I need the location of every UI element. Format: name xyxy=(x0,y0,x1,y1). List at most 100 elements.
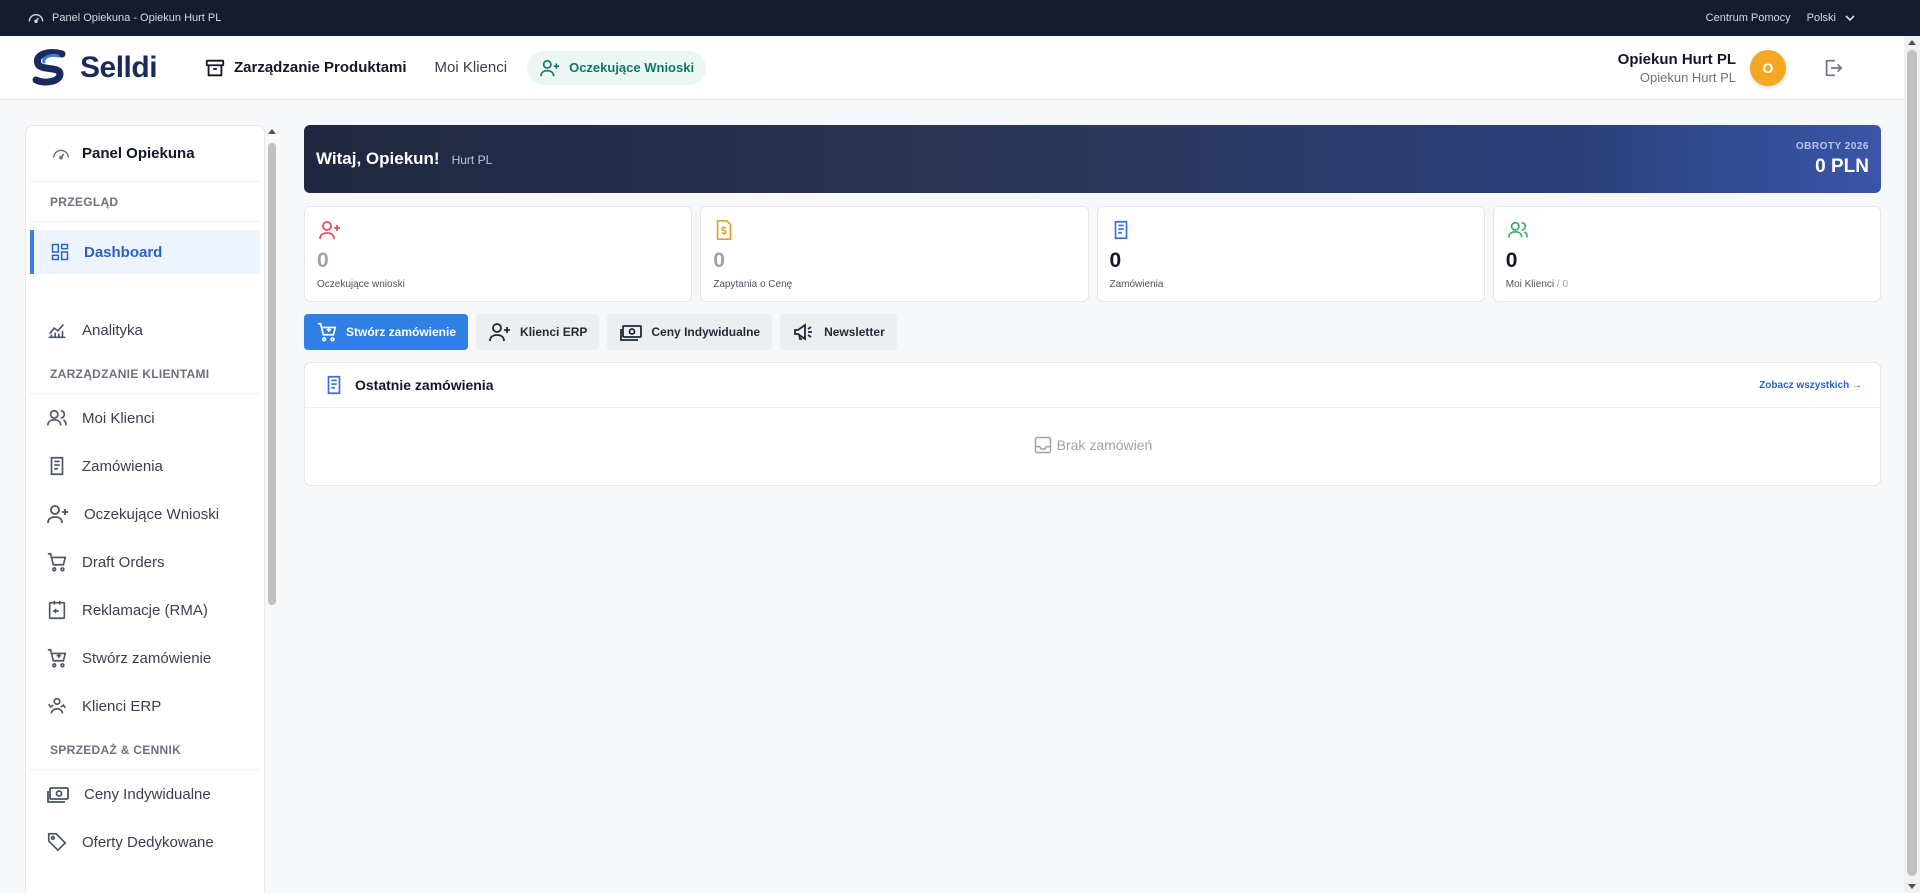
section-clients: ZARZĄDZANIE KLIENTAMI xyxy=(30,354,260,394)
sidebar-item-label: Zamówienia xyxy=(82,457,163,475)
megaphone-icon xyxy=(792,321,816,343)
inbox-icon xyxy=(1033,435,1053,455)
stat-label: Zapytania o Cenę xyxy=(713,279,793,290)
avatar[interactable]: O xyxy=(1750,49,1786,86)
stat-label: Zamówienia xyxy=(1109,279,1164,290)
sidebar-scroll-thumb[interactable] xyxy=(268,143,276,605)
recent-orders-header: Ostatnie zamówienia Zobacz wszystkich → xyxy=(305,363,1880,408)
create-order-button[interactable]: Stwórz zamówienie xyxy=(304,314,469,350)
welcome-text: Witaj, Opiekun! xyxy=(316,149,440,168)
sidebar-item-label: Moi Klienci xyxy=(82,409,155,427)
sidebar-item-individual-prices[interactable]: Ceny Indywidualne xyxy=(26,770,264,818)
erp-clients-button[interactable]: Klienci ERP xyxy=(476,314,600,350)
stat-value: 0 xyxy=(713,249,725,272)
dashboard-icon xyxy=(50,242,70,262)
language-label: Polski xyxy=(1806,12,1836,24)
scroll-up-arrow[interactable] xyxy=(1908,40,1916,45)
stat-value: 0 xyxy=(317,249,329,272)
sidebar-item-pending[interactable]: Oczekujące Wnioski xyxy=(26,490,264,538)
recent-orders-title: Ostatnie zamówienia xyxy=(355,377,494,393)
sidebar-item-label: Draft Orders xyxy=(82,553,165,571)
logo-mark-icon xyxy=(28,46,72,90)
nav-clients-label: Moi Klienci xyxy=(434,59,508,76)
user-plus-icon xyxy=(539,58,561,78)
quick-actions: Stwórz zamówienie Klienci ERP Ceny Indyw… xyxy=(304,314,1881,350)
user-plus-icon xyxy=(317,219,679,241)
sidebar-scrollbar[interactable] xyxy=(266,125,278,893)
cart-plus-icon xyxy=(46,647,68,669)
receipt-icon xyxy=(1110,219,1472,241)
company-name: Hurt PL xyxy=(451,153,493,167)
banknote-icon xyxy=(619,321,643,343)
page-scrollbar[interactable] xyxy=(1904,36,1920,893)
nav-pending-label: Oczekujące Wnioski xyxy=(569,60,695,75)
sidebar-scroll-up-arrow[interactable] xyxy=(268,129,276,134)
scroll-down-arrow[interactable] xyxy=(1908,884,1916,889)
revenue-summary: OBROTY 2026 0 PLN xyxy=(1796,141,1869,178)
receipt-icon xyxy=(323,374,345,396)
stat-label: Oczekujące wnioski xyxy=(317,279,405,290)
stat-label-text: Moi Klienci xyxy=(1505,279,1555,290)
user-name: Opiekun Hurt PL xyxy=(1617,50,1736,68)
nav-products[interactable]: Zarządzanie Produktami xyxy=(204,57,407,79)
banknote-icon xyxy=(46,783,70,805)
empty-state-text: Brak zamówień xyxy=(1056,437,1153,453)
revenue-value: 0 PLN xyxy=(1815,155,1869,177)
sidebar-item-my-clients[interactable]: Moi Klienci xyxy=(26,394,264,442)
stat-label: Moi Klienci / 0 xyxy=(1506,279,1868,290)
top-bar: Panel Opiekuna - Opiekun Hurt PL Centrum… xyxy=(0,0,1920,36)
chevron-down-icon xyxy=(1844,12,1856,24)
section-overview: PRZEGLĄD xyxy=(30,182,260,222)
sidebar-item-dedicated-offers[interactable]: Oferty Dedykowane xyxy=(26,818,264,866)
app-header: Selldi Zarządzanie Produktami Moi Klienc… xyxy=(0,36,1904,100)
individual-prices-label: Ceny Indywidualne xyxy=(651,325,761,339)
create-order-label: Stwórz zamówienie xyxy=(346,325,457,339)
sidebar-title: Panel Opiekuna xyxy=(82,145,195,162)
individual-prices-button[interactable]: Ceny Indywidualne xyxy=(607,314,773,350)
stats-row: 0 Oczekujące wnioski 0 Zapytania o Cenę … xyxy=(304,206,1881,302)
sidebar-item-erp-clients[interactable]: Klienci ERP xyxy=(26,682,264,730)
sidebar-item-label: Analityka xyxy=(82,321,143,339)
user-menu[interactable]: Opiekun Hurt PL Opiekun Hurt PL O xyxy=(1617,49,1844,86)
logo[interactable]: Selldi xyxy=(28,46,204,90)
stat-card-pending[interactable]: 0 Oczekujące wnioski xyxy=(304,206,693,302)
cart-icon xyxy=(46,551,68,573)
page-scroll-thumb[interactable] xyxy=(1907,50,1917,876)
erp-clients-label: Klienci ERP xyxy=(520,325,588,339)
newsletter-button[interactable]: Newsletter xyxy=(780,314,897,350)
sidebar-header: Panel Opiekuna xyxy=(30,126,260,182)
sidebar: Panel Opiekuna PRZEGLĄD Dashboard Analit… xyxy=(25,125,265,893)
gauge-icon xyxy=(50,143,72,165)
sidebar-item-orders[interactable]: Zamówienia xyxy=(26,442,264,490)
sidebar-item-rma[interactable]: Reklamacje (RMA) xyxy=(26,586,264,634)
recent-orders-panel: Ostatnie zamówienia Zobacz wszystkich → … xyxy=(304,362,1881,486)
stat-label-suffix: / 0 xyxy=(1556,279,1569,290)
language-select[interactable]: Polski xyxy=(1807,12,1856,24)
nav-pending[interactable]: Oczekujące Wnioski xyxy=(527,50,707,85)
nav-products-label: Zarządzanie Produktami xyxy=(234,59,407,76)
sidebar-item-label: Oferty Dedykowane xyxy=(82,833,214,851)
sidebar-item-create-order[interactable]: Stwórz zamówienie xyxy=(26,634,264,682)
users-icon xyxy=(1506,219,1868,241)
revenue-label: OBROTY 2026 xyxy=(1795,140,1869,152)
user-plus-icon xyxy=(488,321,512,343)
nav-clients[interactable]: Moi Klienci xyxy=(435,59,508,76)
welcome-banner: Witaj, Opiekun! Hurt PL OBROTY 2026 0 PL… xyxy=(304,125,1881,193)
help-center-link[interactable]: Centrum Pomocy xyxy=(1706,12,1791,24)
stat-card-my-clients[interactable]: 0 Moi Klienci / 0 xyxy=(1492,206,1881,302)
box-icon xyxy=(204,57,226,79)
stat-card-price-requests[interactable]: 0 Zapytania o Cenę xyxy=(700,206,1089,302)
user-role: Opiekun Hurt PL xyxy=(1639,69,1736,85)
section-sales: SPRZEDAŻ & CENNIK xyxy=(30,730,260,770)
sidebar-item-drafts[interactable]: Draft Orders xyxy=(26,538,264,586)
sidebar-item-analytics[interactable]: Analityka xyxy=(26,306,264,354)
sidebar-item-dashboard[interactable]: Dashboard xyxy=(30,230,260,274)
stat-value: 0 xyxy=(1109,249,1122,272)
see-all-link[interactable]: Zobacz wszystkich → xyxy=(1759,380,1862,391)
stat-value: 0 xyxy=(1505,249,1518,272)
sidebar-item-label: Reklamacje (RMA) xyxy=(82,601,208,619)
return-box-icon xyxy=(46,599,68,621)
logo-text: Selldi xyxy=(80,50,158,84)
logout-icon[interactable] xyxy=(1822,57,1844,79)
stat-card-orders[interactable]: 0 Zamówienia xyxy=(1096,206,1485,302)
